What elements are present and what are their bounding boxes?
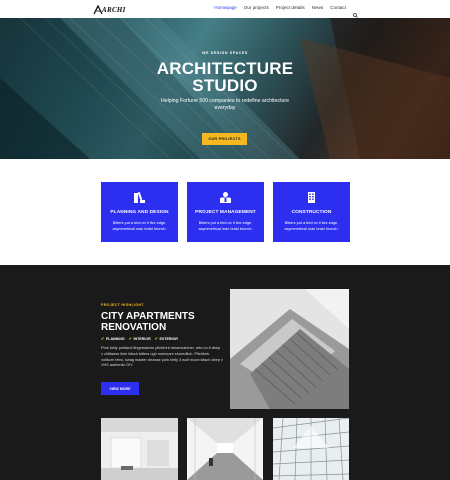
nav-item-our-projects[interactable]: Our projects	[244, 5, 269, 10]
check-icon: ✔	[128, 336, 132, 341]
service-title: PLANNING AND DESIGN	[110, 210, 169, 215]
hero-title-line1: ARCHITECTURE	[156, 59, 294, 78]
tag-exterior: ✔ EXTERIOR	[154, 336, 178, 341]
hero-title-line2: STUDIO	[192, 76, 258, 95]
building-icon	[305, 191, 318, 204]
view-more-button[interactable]: VIEW MORE	[101, 382, 139, 395]
nav-item-homepage[interactable]: Homepage	[214, 5, 236, 10]
check-icon: ✔	[101, 336, 105, 341]
gallery-thumbnail[interactable]	[101, 418, 178, 480]
hero-eyebrow: WE DESIGN SPACES	[202, 51, 248, 55]
project-title-line2: RENOVATION	[101, 321, 167, 333]
project-feature-image[interactable]	[230, 289, 349, 409]
tag-planning: ✔ PLANNING	[101, 336, 125, 341]
project-highlight-section: PROJECT HIGHLIGHT CITY APARTMENTS RENOVA…	[0, 265, 450, 480]
nav-item-contact[interactable]: Contact	[330, 5, 346, 10]
our-projects-button[interactable]: OUR PROJECTS	[202, 133, 247, 145]
service-card-management[interactable]: PROJECT MANAGEMENT Bitters put a bird on…	[187, 182, 264, 242]
project-eyebrow: PROJECT HIGHLIGHT	[101, 303, 144, 307]
nav-item-project-details[interactable]: Project details	[276, 5, 305, 10]
design-tools-icon	[133, 191, 146, 204]
hero-subtitle: Helping Fortune 500 companies to redefin…	[160, 98, 290, 111]
service-title: PROJECT MANAGEMENT	[195, 210, 256, 215]
site-logo[interactable]: ARCHI	[93, 4, 126, 15]
gallery-thumbnail[interactable]	[187, 418, 263, 480]
top-navigation: ARCHI Homepage Our projects Project deta…	[0, 0, 450, 18]
project-title-line1: CITY APARTMENTS	[101, 311, 195, 322]
service-title: CONSTRUCTION	[291, 210, 332, 215]
logo-mark-icon	[93, 4, 103, 15]
project-title: CITY APARTMENTS RENOVATION	[101, 311, 221, 333]
tag-interior: ✔ INTERIOR	[128, 336, 151, 341]
service-description: Bitters put a bird on it live-edge, asym…	[198, 221, 253, 231]
logo-text: ARCHI	[102, 5, 126, 14]
search-icon[interactable]	[353, 5, 358, 18]
service-description: Bitters put a bird on it live-edge, asym…	[112, 221, 167, 231]
project-description: Pork belly portland fingerstache pitchfo…	[101, 346, 223, 368]
gallery-thumbnail[interactable]	[273, 418, 349, 480]
project-tags: ✔ PLANNING ✔ INTERIOR ✔ EXTERIOR	[101, 336, 178, 341]
manager-icon	[219, 191, 232, 204]
nav-item-news[interactable]: News	[312, 5, 324, 10]
hero-title: ARCHITECTURE STUDIO	[0, 60, 450, 94]
check-icon: ✔	[154, 336, 159, 341]
hero-banner: WE DESIGN SPACES ARCHITECTURE STUDIO Hel…	[0, 18, 450, 159]
service-card-construction[interactable]: CONSTRUCTION Bitters put a bird on it li…	[273, 182, 350, 242]
services-section: PLANNING AND DESIGN Bitters put a bird o…	[0, 159, 450, 265]
main-menu: Homepage Our projects Project details Ne…	[214, 5, 358, 18]
service-card-planning[interactable]: PLANNING AND DESIGN Bitters put a bird o…	[101, 182, 178, 242]
service-description: Bitters put a bird on it live-edge, asym…	[284, 221, 339, 231]
